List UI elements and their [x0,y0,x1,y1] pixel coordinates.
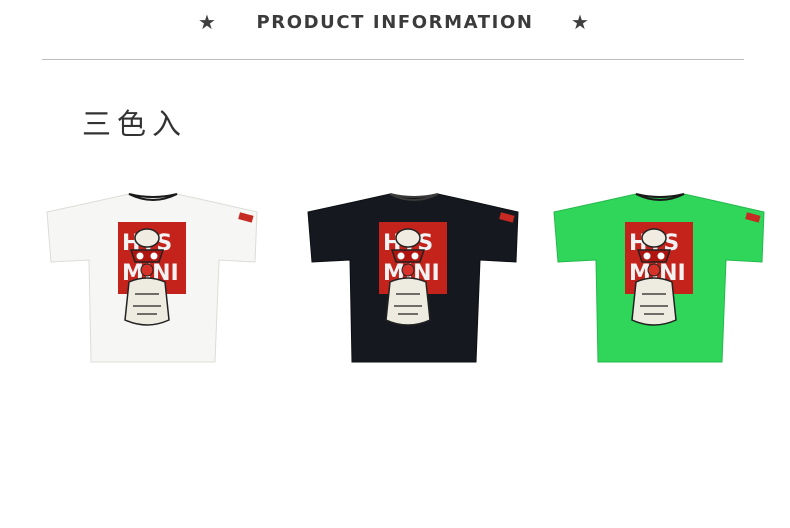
section-header: ★ PRODUCT INFORMATION ★ [0,0,790,60]
product-image-black: HYS MINI [304,190,524,366]
product-image-green: HYS MINI [550,190,770,366]
section-title: PRODUCT INFORMATION [256,12,534,33]
tshirt-icon: HYS MINI [553,193,765,363]
tshirt-icon: HYS MINI [307,193,519,363]
tshirt-icon: HYS MINI [46,193,258,363]
color-count-label: 三色入 [82,107,188,141]
header-divider [42,59,744,60]
star-icon: ★ [571,10,589,34]
product-image-white: HYS MINI [43,190,263,366]
